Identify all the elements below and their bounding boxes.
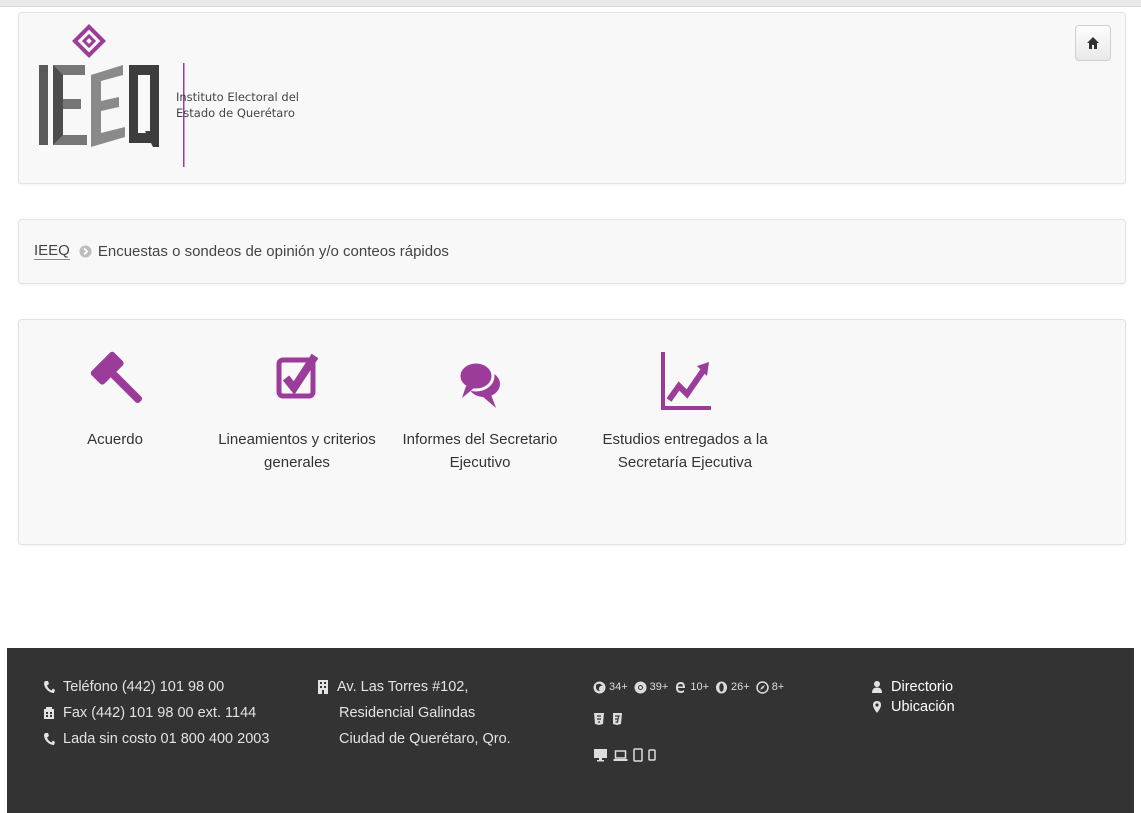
building-icon xyxy=(318,680,328,694)
breadcrumb-trail: IEEQ Encuestas o sondeos de opinión y/o … xyxy=(34,242,449,260)
footer-contact: Teléfono (442) 101 98 00 Fax (442) 101 9… xyxy=(43,674,269,752)
map-marker-icon xyxy=(873,701,881,713)
fax-icon xyxy=(44,707,54,719)
user-icon xyxy=(872,681,882,693)
breadcrumb-home-link[interactable]: IEEQ xyxy=(34,242,70,260)
tablet-icon xyxy=(633,748,643,762)
ie-icon xyxy=(676,681,686,693)
action-label-line2: Secretaría Ejecutiva xyxy=(617,454,753,471)
home-icon xyxy=(1087,37,1099,49)
chart-line-icon xyxy=(661,352,711,410)
laptop-icon xyxy=(613,750,628,761)
firefox-icon xyxy=(593,681,606,693)
footer-address-line2: Residencial Galindas xyxy=(339,705,476,721)
opera-icon xyxy=(716,681,728,693)
browser-chrome: 39+ xyxy=(634,681,668,694)
home-button[interactable] xyxy=(1075,25,1111,61)
ieeq-logo[interactable] xyxy=(35,19,185,169)
footer-fax: Fax (442) 101 98 00 ext. 1144 xyxy=(43,700,269,726)
footer-address: Av. Las Torres #102, Residencial Galinda… xyxy=(317,674,511,752)
mobile-icon xyxy=(648,749,656,761)
comments-icon xyxy=(457,360,500,408)
standards-list xyxy=(593,712,833,726)
browser-opera: 26+ xyxy=(715,681,750,694)
actions-panel: Acuerdo Lineamientos y criterios general… xyxy=(18,319,1126,545)
footer-phone: Teléfono (442) 101 98 00 xyxy=(43,674,269,700)
css3-icon xyxy=(613,713,622,725)
browser-safari: 8+ xyxy=(755,680,784,694)
action-label-line1: Acuerdo xyxy=(87,431,143,448)
top-border xyxy=(0,0,1141,7)
action-informes[interactable]: Informes del Secretario Ejecutivo xyxy=(400,346,560,474)
footer-link-ubicacion[interactable]: Ubicación xyxy=(871,694,955,720)
action-label-line1: Informes del Secretario xyxy=(402,431,558,448)
action-acuerdo[interactable]: Acuerdo xyxy=(65,346,165,451)
action-label-line1: Lineamientos y criterios xyxy=(218,431,376,448)
footer: Teléfono (442) 101 98 00 Fax (442) 101 9… xyxy=(7,648,1134,813)
desktop-icon xyxy=(594,749,607,762)
chevron-circle-right-icon xyxy=(79,244,92,258)
institute-name-line1: Instituto Electoral del xyxy=(176,90,299,104)
browser-ie: 10+ xyxy=(674,681,709,694)
action-label-line1: Estudios entregados a la xyxy=(602,431,768,448)
breadcrumb: IEEQ Encuestas o sondeos de opinión y/o … xyxy=(18,219,1126,284)
footer-address-line3: Ciudad de Querétaro, Qro. xyxy=(339,731,511,747)
browser-support-list: 34+ 39+ 10+ 26+ 8+ xyxy=(593,678,833,696)
header-panel: Instituto Electoral del Estado de Querét… xyxy=(18,12,1126,184)
breadcrumb-current: Encuestas o sondeos de opinión y/o conte… xyxy=(97,242,449,260)
safari-icon xyxy=(755,680,769,694)
institute-name: Instituto Electoral del Estado de Querét… xyxy=(176,89,299,121)
footer-links: Directorio Ubicación xyxy=(871,674,955,720)
browser-firefox: 34+ xyxy=(593,681,628,694)
action-label-line2: Ejecutivo xyxy=(449,454,511,471)
checkbox-icon xyxy=(276,353,319,399)
device-support-list xyxy=(593,748,833,762)
footer-compatibility: 34+ 39+ 10+ 26+ 8+ xyxy=(593,678,833,762)
footer-toll-free: Lada sin costo 01 800 400 2003 xyxy=(43,726,269,752)
action-label-line2: generales xyxy=(264,454,330,471)
gavel-icon xyxy=(90,351,143,404)
action-lineamientos[interactable]: Lineamientos y criterios generales xyxy=(207,346,387,474)
chrome-icon xyxy=(634,681,647,693)
institute-name-line2: Estado de Querétaro xyxy=(176,106,295,120)
action-estudios[interactable]: Estudios entregados a la Secretaría Ejec… xyxy=(580,346,790,474)
footer-address-line1: Av. Las Torres #102, xyxy=(317,674,511,700)
phone-icon xyxy=(44,733,55,745)
phone-icon xyxy=(44,681,55,693)
html5-icon xyxy=(594,713,604,725)
